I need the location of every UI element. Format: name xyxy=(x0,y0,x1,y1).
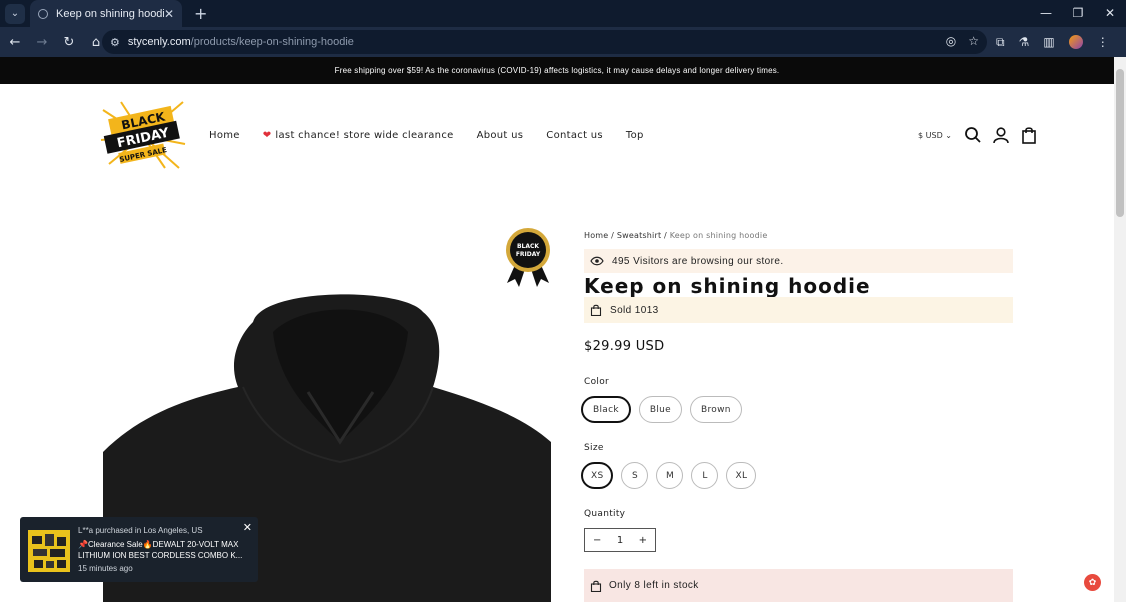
close-window-button[interactable]: ✕ xyxy=(1094,0,1126,27)
scrollbar-thumb[interactable] xyxy=(1116,69,1124,217)
stock-banner: Only 8 left in stock xyxy=(584,569,1013,602)
extension-icons: ⧉ ⚗ ▥ ⋮ xyxy=(996,27,1109,57)
bookmark-star-icon[interactable]: ☆ xyxy=(968,34,979,48)
color-option-blue[interactable]: Blue xyxy=(638,396,682,423)
url-path: /products/keep-on-shining-hoodie xyxy=(190,36,354,48)
size-label: Size xyxy=(584,443,604,453)
tab-close-icon[interactable]: ✕ xyxy=(164,7,174,21)
back-icon[interactable]: ← xyxy=(3,35,27,50)
minimize-button[interactable]: — xyxy=(1030,0,1062,27)
breadcrumb-separator: / xyxy=(608,231,617,240)
quantity-stepper: − 1 + xyxy=(584,528,656,552)
menu-kebab-icon[interactable]: ⋮ xyxy=(1097,35,1109,49)
size-option-m[interactable]: M xyxy=(656,462,684,489)
breadcrumb-home[interactable]: Home xyxy=(584,231,608,240)
extensions-puzzle-icon[interactable]: ⧉ xyxy=(996,35,1005,50)
sold-text: Sold 1013 xyxy=(610,304,659,316)
forward-icon[interactable]: → xyxy=(30,35,54,50)
color-option-brown[interactable]: Brown xyxy=(689,396,742,423)
browser-toolbar: ← → ↻ ⌂ ⚙ stycenly.com/products/keep-on-… xyxy=(0,27,1126,57)
page-scrollbar[interactable] xyxy=(1114,57,1126,602)
color-label: Color xyxy=(584,377,609,387)
nav-about[interactable]: About us xyxy=(477,130,524,141)
product-title: Keep on shining hoodie xyxy=(584,274,871,298)
currency-label: $ USD xyxy=(918,130,943,140)
quantity-label: Quantity xyxy=(584,509,626,519)
chevron-down-icon: ⌄ xyxy=(945,130,952,140)
labs-flask-icon[interactable]: ⚗ xyxy=(1019,35,1030,49)
quantity-increase-button[interactable]: + xyxy=(639,535,647,546)
product-price: $29.99 USD xyxy=(584,339,665,354)
new-tab-button[interactable]: + xyxy=(194,4,207,23)
eye-off-icon[interactable]: ◎ xyxy=(946,34,956,48)
url-domain: stycenly.com xyxy=(127,36,191,48)
popup-close-icon[interactable]: ✕ xyxy=(243,521,252,534)
header-actions: $ USD ⌄ xyxy=(918,126,1038,144)
side-panel-icon[interactable]: ▥ xyxy=(1043,35,1054,49)
size-option-s[interactable]: S xyxy=(621,462,649,489)
visitors-banner: 495 Visitors are browsing our store. xyxy=(584,249,1013,273)
black-friday-logo[interactable]: BLACK FRIDAY SUPER SALE xyxy=(99,98,187,174)
currency-selector[interactable]: $ USD ⌄ xyxy=(918,131,952,140)
breadcrumb: Home / Sweatshirt / Keep on shining hood… xyxy=(584,231,767,240)
popup-time-text: 15 minutes ago xyxy=(78,564,133,573)
account-icon[interactable] xyxy=(992,126,1010,144)
nav-home[interactable]: Home xyxy=(209,130,240,141)
tab-title: Keep on shining hoodie xyxy=(56,7,164,20)
size-option-l[interactable]: L xyxy=(691,462,719,489)
sold-banner: Sold 1013 xyxy=(584,297,1013,323)
browser-tab[interactable]: Keep on shining hoodie ✕ xyxy=(30,0,182,27)
recent-purchase-popup[interactable]: L**a purchased in Los Angeles, US 📌Clear… xyxy=(20,517,258,582)
color-options: Black Blue Brown xyxy=(581,396,742,423)
tab-favicon-icon xyxy=(38,8,48,19)
black-friday-badge: BLACK FRIDAY xyxy=(506,228,550,287)
color-option-black[interactable]: Black xyxy=(581,396,631,423)
gift-icon: ✿ xyxy=(1088,577,1097,588)
popup-product-thumbnail xyxy=(28,530,70,572)
visitors-text: 495 Visitors are browsing our store. xyxy=(612,255,784,267)
main-navigation: Home ❤ last chance! store wide clearance … xyxy=(209,130,644,141)
nav-clearance-label: last chance! store wide clearance xyxy=(275,130,454,141)
nav-top[interactable]: Top xyxy=(626,130,644,141)
address-bar[interactable]: ⚙ stycenly.com/products/keep-on-shining-… xyxy=(102,30,987,54)
quantity-decrease-button[interactable]: − xyxy=(593,535,601,546)
breadcrumb-separator: / xyxy=(661,231,670,240)
window-controls: — ❐ ✕ xyxy=(1030,0,1126,27)
cart-bag-icon[interactable] xyxy=(1020,126,1038,144)
quantity-input[interactable]: 1 xyxy=(617,535,623,546)
popup-buyer-text: L**a purchased in Los Angeles, US xyxy=(78,526,203,535)
eye-icon xyxy=(590,256,604,266)
floating-gift-button[interactable]: ✿ xyxy=(1084,574,1101,591)
tab-list-button[interactable]: ⌄ xyxy=(5,3,25,24)
bag-icon xyxy=(590,580,602,592)
nav-contact[interactable]: Contact us xyxy=(546,130,603,141)
popup-product-text[interactable]: 📌Clearance Sale🔥DEWALT 20-VOLT MAX LITHI… xyxy=(78,539,248,561)
browser-tab-bar: ⌄ Keep on shining hoodie ✕ + — ❐ ✕ xyxy=(0,0,1126,27)
breadcrumb-current: Keep on shining hoodie xyxy=(669,231,768,240)
nav-clearance[interactable]: ❤ last chance! store wide clearance xyxy=(263,130,454,141)
size-option-xs[interactable]: XS xyxy=(581,462,614,489)
bag-icon xyxy=(590,304,602,316)
stock-text: Only 8 left in stock xyxy=(609,580,699,591)
reload-icon[interactable]: ↻ xyxy=(57,35,81,50)
size-options: XS S M L XL xyxy=(581,462,757,489)
badge-line1: BLACK xyxy=(517,243,539,250)
omnibox-actions: ◎ ☆ xyxy=(946,34,979,48)
restore-button[interactable]: ❐ xyxy=(1062,0,1094,27)
size-option-xl[interactable]: XL xyxy=(726,462,757,489)
badge-line2: FRIDAY xyxy=(516,251,541,258)
heart-icon: ❤ xyxy=(262,130,272,141)
breadcrumb-category[interactable]: Sweatshirt xyxy=(617,231,661,240)
url-text: stycenly.com/products/keep-on-shining-ho… xyxy=(128,36,354,48)
announcement-bar: Free shipping over $59! As the coronavir… xyxy=(0,57,1114,84)
site-info-icon[interactable]: ⚙ xyxy=(110,36,120,49)
search-icon[interactable] xyxy=(964,126,982,144)
profile-avatar[interactable] xyxy=(1068,35,1083,49)
